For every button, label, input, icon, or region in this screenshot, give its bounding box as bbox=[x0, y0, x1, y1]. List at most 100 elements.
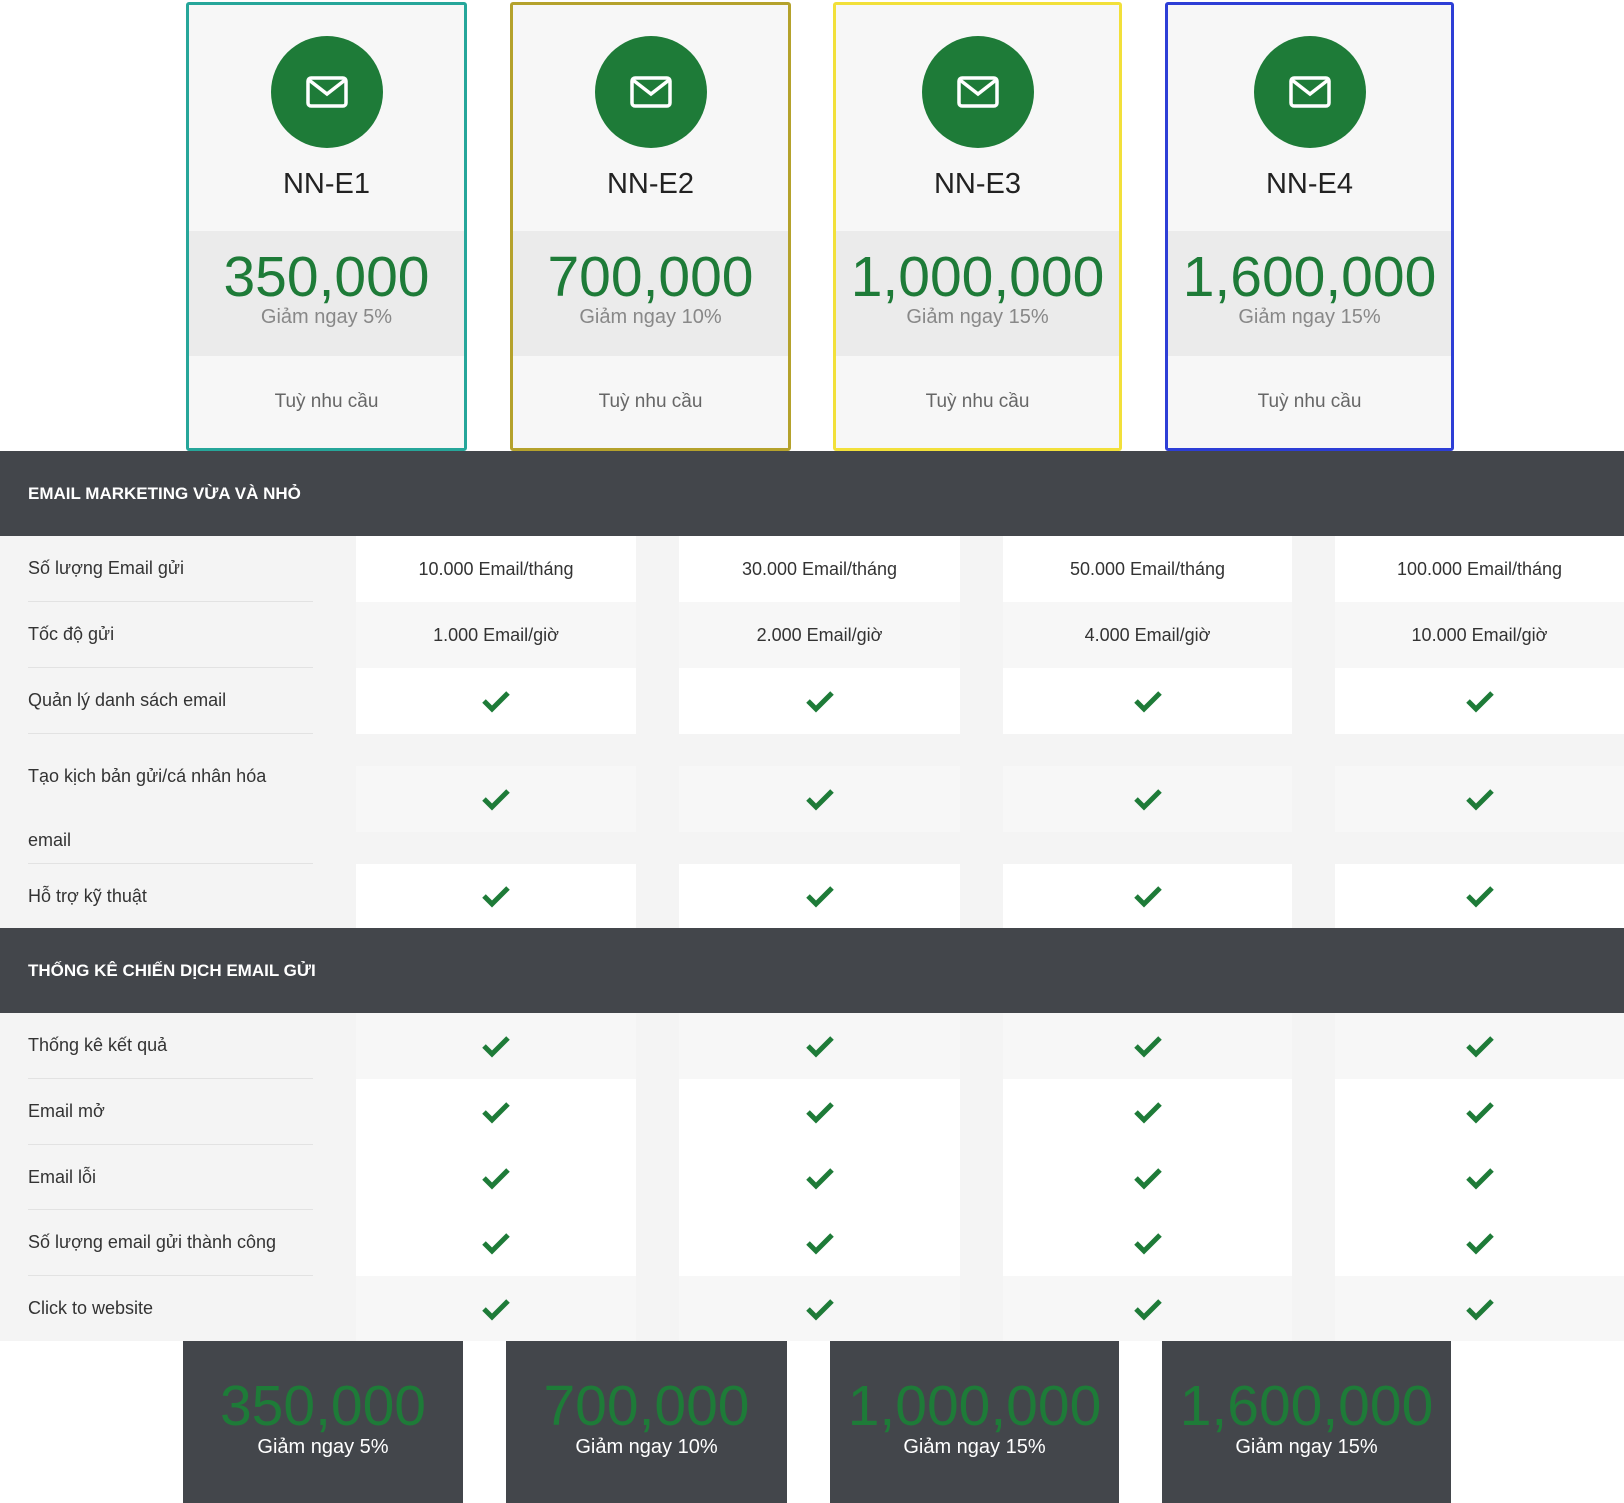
check-icon bbox=[1465, 1036, 1494, 1058]
bottom-price: 700,000 bbox=[543, 1374, 750, 1438]
bottom-discount: Giảm ngay 10% bbox=[575, 1435, 718, 1458]
feature-label: Số lượng email gửi thành công bbox=[28, 1210, 313, 1276]
feature-value: 50.000 Email/tháng bbox=[1003, 536, 1292, 602]
feature-value bbox=[679, 1210, 960, 1276]
bottom-price-box-nn-e3[interactable]: 1,000,000 Giảm ngay 15% bbox=[830, 1341, 1119, 1503]
feature-value bbox=[356, 864, 636, 928]
price-band: 1,000,000 Giảm ngay 15% bbox=[836, 231, 1119, 356]
price-band: 700,000 Giảm ngay 10% bbox=[513, 231, 788, 356]
plan-name: NN-E1 bbox=[282, 168, 370, 200]
plan-price: 700,000 bbox=[547, 245, 754, 309]
plan-cta-link[interactable]: Tuỳ nhu cầu bbox=[1168, 391, 1451, 413]
feature-label: Tạo kịch bản gửi/cá nhân hóa email bbox=[28, 734, 313, 864]
check-icon bbox=[1133, 1102, 1162, 1124]
feature-label: Thống kê kết quả bbox=[28, 1013, 313, 1079]
feature-value bbox=[356, 1079, 636, 1145]
check-icon bbox=[805, 1167, 834, 1190]
envelope-icon bbox=[594, 36, 707, 148]
feature-value: 1.000 Email/giờ bbox=[356, 602, 636, 668]
feature-value: 30.000 Email/tháng bbox=[679, 536, 960, 602]
bottom-price-box-nn-e2[interactable]: 700,000 Giảm ngay 10% bbox=[506, 1341, 787, 1503]
section-header-campaign-stats: THỐNG KÊ CHIẾN DỊCH EMAIL GỬI bbox=[0, 928, 1624, 1013]
bottom-discount: Giảm ngay 5% bbox=[257, 1435, 389, 1458]
feature-value bbox=[679, 1276, 960, 1341]
feature-value bbox=[356, 1013, 636, 1079]
check-icon bbox=[805, 1036, 834, 1058]
feature-row: Email mở bbox=[0, 1079, 1624, 1145]
plan-price: 1,000,000 bbox=[850, 245, 1105, 309]
plan-discount: Giảm ngay 10% bbox=[579, 305, 722, 328]
feature-label: Tốc độ gửi bbox=[28, 602, 313, 668]
bottom-price: 1,600,000 bbox=[1179, 1374, 1434, 1438]
feature-value bbox=[1003, 766, 1292, 832]
feature-label: Hỗ trợ kỹ thuật bbox=[28, 885, 147, 906]
feature-value bbox=[679, 766, 960, 832]
check-icon bbox=[1465, 1102, 1494, 1124]
plan-card-nn-e2[interactable]: NN-E2 700,000 Giảm ngay 10% Tuỳ nhu cầu bbox=[510, 2, 791, 451]
envelope-icon bbox=[921, 36, 1034, 148]
price-band: 350,000 Giảm ngay 5% bbox=[189, 231, 464, 356]
check-icon bbox=[805, 1298, 834, 1321]
feature-value bbox=[679, 668, 960, 734]
check-icon bbox=[1465, 886, 1494, 908]
plan-cta-link[interactable]: Tuỳ nhu cầu bbox=[836, 391, 1119, 413]
feature-value bbox=[1335, 864, 1624, 928]
section-header-email-marketing: EMAIL MARKETING VỪA VÀ NHỎ bbox=[0, 451, 1624, 536]
check-icon bbox=[482, 1102, 510, 1124]
feature-value bbox=[356, 1276, 636, 1341]
plan-card-nn-e1[interactable]: NN-E1 350,000 Giảm ngay 5% Tuỳ nhu cầu bbox=[186, 2, 467, 451]
bottom-price: 350,000 bbox=[219, 1374, 427, 1438]
feature-value bbox=[1003, 668, 1292, 734]
plan-discount: Giảm ngay 5% bbox=[260, 305, 393, 328]
plan-cta-link[interactable]: Tuỳ nhu cầu bbox=[189, 391, 464, 413]
feature-label: Email lỗi bbox=[28, 1145, 313, 1210]
feature-value bbox=[1003, 1079, 1292, 1145]
feature-value: 10.000 Email/tháng bbox=[356, 536, 636, 602]
price-band: 1,600,000 Giảm ngay 15% bbox=[1168, 231, 1451, 356]
check-icon bbox=[482, 1167, 510, 1190]
bottom-price-box-nn-e1[interactable]: 350,000 Giảm ngay 5% bbox=[183, 1341, 463, 1503]
feature-label: Email mở bbox=[28, 1079, 313, 1145]
check-icon bbox=[805, 1233, 834, 1255]
feature-value bbox=[679, 1145, 960, 1210]
check-icon bbox=[1465, 691, 1494, 713]
plan-card-nn-e4[interactable]: NN-E4 1,600,000 Giảm ngay 15% Tuỳ nhu cầ… bbox=[1165, 2, 1454, 451]
feature-label: Click to website bbox=[28, 1298, 154, 1318]
feature-row: Số lượng Email gửi 10.000 Email/tháng 30… bbox=[0, 536, 1624, 602]
feature-value bbox=[1335, 1013, 1624, 1079]
check-icon bbox=[482, 1036, 510, 1058]
feature-value bbox=[1003, 1210, 1292, 1276]
plan-price: 350,000 bbox=[223, 245, 430, 309]
check-icon bbox=[1465, 1167, 1494, 1190]
bottom-price-box-nn-e4[interactable]: 1,600,000 Giảm ngay 15% bbox=[1162, 1341, 1451, 1503]
feature-row: Số lượng email gửi thành công bbox=[0, 1210, 1624, 1276]
feature-value: 2.000 Email/giờ bbox=[679, 602, 960, 668]
check-icon bbox=[482, 789, 510, 811]
feature-value: 4.000 Email/giờ bbox=[1003, 602, 1292, 668]
check-icon bbox=[482, 1298, 510, 1321]
feature-value bbox=[356, 1210, 636, 1276]
bottom-price: 1,000,000 bbox=[847, 1374, 1102, 1438]
feature-value: 100.000 Email/tháng bbox=[1335, 536, 1624, 602]
feature-value bbox=[1335, 1079, 1624, 1145]
feature-value bbox=[1335, 766, 1624, 832]
plan-discount: Giảm ngay 15% bbox=[906, 305, 1049, 328]
plan-name: NN-E2 bbox=[606, 168, 694, 200]
feature-value bbox=[679, 1079, 960, 1145]
feature-row: Thống kê kết quả bbox=[0, 1013, 1624, 1079]
plan-card-nn-e3[interactable]: NN-E3 1,000,000 Giảm ngay 15% Tuỳ nhu cầ… bbox=[833, 2, 1122, 451]
check-icon bbox=[805, 789, 834, 811]
feature-value bbox=[1335, 668, 1624, 734]
check-icon bbox=[1465, 789, 1494, 811]
feature-row: Hỗ trợ kỹ thuật bbox=[0, 864, 1624, 928]
check-icon bbox=[1465, 1298, 1494, 1321]
feature-value bbox=[356, 1145, 636, 1210]
feature-row: Tốc độ gửi 1.000 Email/giờ 2.000 Email/g… bbox=[0, 602, 1624, 668]
feature-value bbox=[1003, 1276, 1292, 1341]
plan-cta-link[interactable]: Tuỳ nhu cầu bbox=[513, 391, 788, 413]
feature-value bbox=[679, 864, 960, 928]
check-icon bbox=[805, 691, 834, 713]
feature-value bbox=[1335, 1276, 1624, 1341]
feature-row: Email lỗi bbox=[0, 1145, 1624, 1210]
feature-value bbox=[1335, 1145, 1624, 1210]
